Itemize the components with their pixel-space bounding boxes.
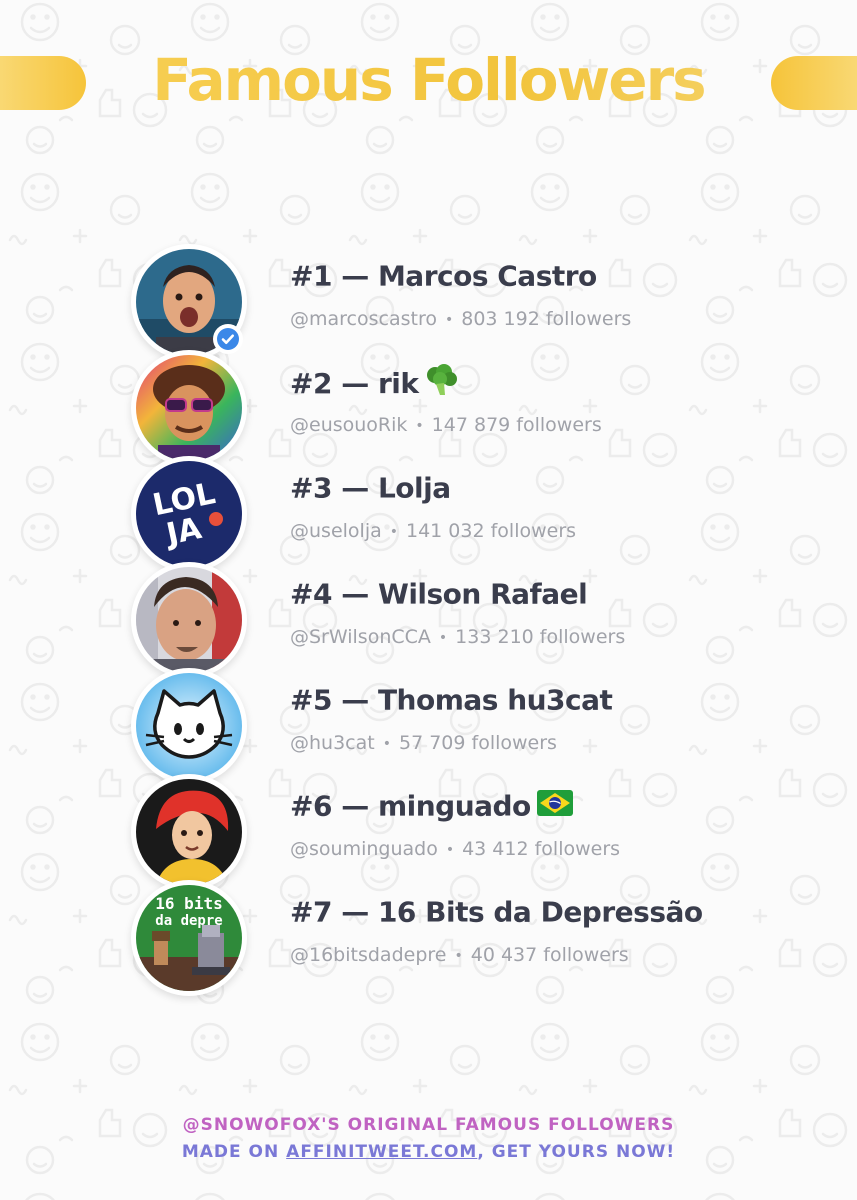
follower-handle[interactable]: @16bitsdadepre	[290, 944, 446, 966]
footer-cta-prefix: MADE ON	[181, 1142, 287, 1162]
footer-credit: @SNOWOFOX'S ORIGINAL FAMOUS FOLLOWERS	[182, 1115, 675, 1135]
follower-count: 40 437 followers	[470, 944, 629, 966]
follower-count: 803 192 followers	[461, 308, 632, 330]
follower-handle[interactable]: @uselolja	[290, 520, 382, 542]
separator-dot: •	[444, 311, 454, 328]
avatar-frame	[131, 668, 247, 784]
follower-meta: @SrWilsonCCA • 133 210 followers	[290, 626, 625, 648]
follower-name: #4 — Wilson Rafael	[290, 577, 588, 611]
cat-face-avatar[interactable]	[136, 673, 242, 779]
brazil-flag-emoji-icon	[536, 789, 573, 823]
avatar-frame	[131, 244, 247, 360]
follower-name: #7 — 16 Bits da Depressão	[290, 895, 703, 929]
cartoon-sunglasses-avatar[interactable]	[136, 355, 242, 461]
page-title: Famous Followers	[0, 46, 857, 114]
separator-dot: •	[382, 735, 391, 752]
footer: @SNOWOFOX'S ORIGINAL FAMOUS FOLLOWERS MA…	[0, 1112, 857, 1166]
follower-handle[interactable]: @hu3cat	[290, 732, 375, 754]
separator-dot: •	[445, 841, 455, 858]
separator-dot: •	[438, 629, 448, 646]
follower-row-7[interactable]: 16 bits da depre #7 — 16 Bits da Depress…	[0, 878, 857, 996]
avatar-frame	[131, 562, 247, 678]
follower-meta: @16bitsdadepre • 40 437 followers	[290, 944, 629, 966]
follower-meta: @uselolja • 141 032 followers	[290, 520, 576, 542]
follower-count: 43 412 followers	[462, 838, 621, 860]
separator-dot: •	[454, 947, 463, 964]
lolja-logo-avatar[interactable]: LOL JA	[136, 461, 242, 567]
pixel-art-avatar[interactable]: 16 bits da depre	[136, 885, 242, 991]
follower-meta: @eusouoRik • 147 879 followers	[290, 414, 602, 436]
follower-handle[interactable]: @marcoscastro	[290, 308, 437, 330]
avatar-frame: 16 bits da depre	[131, 880, 247, 996]
follower-name: #2 — rik	[290, 364, 458, 403]
follower-row-2[interactable]: #2 — rik @eusouoRik • 147 879 followers	[0, 348, 857, 466]
affinitweet-link[interactable]: AFFINITWEET.COM	[286, 1142, 477, 1162]
pixel-art-line1: 16 bits	[155, 894, 222, 913]
follower-count: 133 210 followers	[455, 626, 626, 648]
follower-row-6[interactable]: #6 — minguado @souminguado • 43 412 follow…	[0, 772, 857, 890]
separator-dot: •	[389, 523, 398, 540]
avatar-frame	[131, 774, 247, 890]
follower-meta: @hu3cat • 57 709 followers	[290, 732, 557, 754]
follower-name: #6 — minguado	[290, 788, 573, 823]
follower-name: #5 — Thomas hu3cat	[290, 683, 613, 717]
follower-meta: @marcoscastro • 803 192 followers	[290, 308, 631, 330]
follower-row-4[interactable]: #4 — Wilson Rafael @SrWilsonCCA • 133 210 …	[0, 560, 857, 678]
follower-row-5[interactable]: #5 — Thomas hu3cat @hu3cat • 57 709 follow…	[0, 666, 857, 784]
follower-handle[interactable]: @SrWilsonCCA	[290, 626, 431, 648]
avatar-frame: LOL JA	[131, 456, 247, 572]
cartoon-redhair-avatar[interactable]	[136, 779, 242, 885]
follower-name: #3 — Lolja	[290, 471, 451, 505]
photo-man-avatar[interactable]	[136, 567, 242, 673]
follower-handle[interactable]: @souminguado	[290, 838, 438, 860]
follower-row-1[interactable]: #1 — Marcos Castro @marcoscastro • 803 192…	[0, 242, 857, 360]
footer-cta-suffix: , GET YOURS NOW!	[477, 1142, 676, 1162]
separator-dot: •	[415, 417, 424, 434]
follower-name: #1 — Marcos Castro	[290, 259, 597, 293]
follower-count: 141 032 followers	[406, 520, 577, 542]
follower-handle[interactable]: @eusouoRik	[290, 414, 407, 436]
follower-row-3[interactable]: LOL JA #3 — Lolja @uselolja • 141 032 foll…	[0, 454, 857, 572]
avatar-frame	[131, 350, 247, 466]
footer-cta: MADE ON AFFINITWEET.COM, GET YOURS NOW!	[0, 1139, 857, 1166]
follower-count: 57 709 followers	[398, 732, 557, 754]
follower-meta: @souminguado • 43 412 followers	[290, 838, 620, 860]
broccoli-emoji-icon	[424, 364, 458, 403]
follower-count: 147 879 followers	[431, 414, 602, 436]
